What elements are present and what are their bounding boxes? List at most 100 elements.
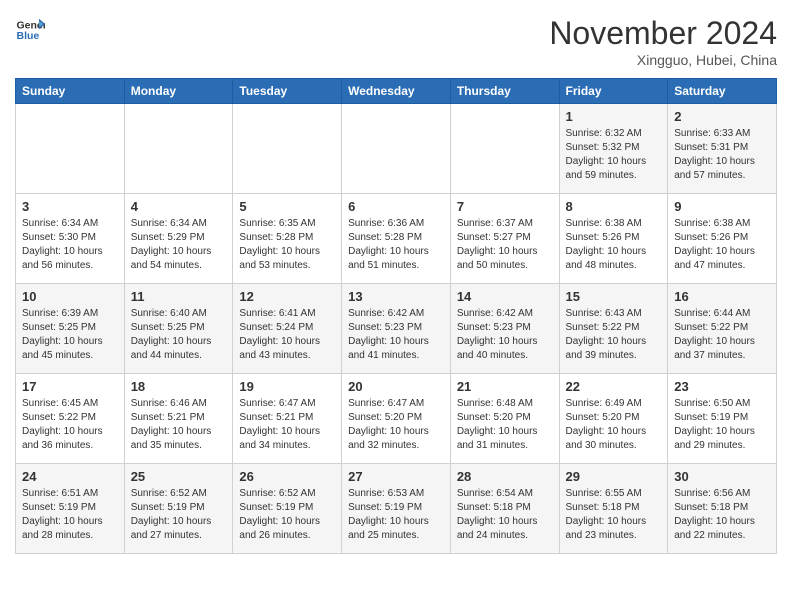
day-number: 9: [674, 199, 770, 214]
calendar-week-3: 10Sunrise: 6:39 AM Sunset: 5:25 PM Dayli…: [16, 284, 777, 374]
day-number: 18: [131, 379, 227, 394]
calendar-day: 19Sunrise: 6:47 AM Sunset: 5:21 PM Dayli…: [233, 374, 342, 464]
day-number: 7: [457, 199, 553, 214]
logo: General Blue: [15, 15, 45, 45]
calendar-week-1: 1Sunrise: 6:32 AM Sunset: 5:32 PM Daylig…: [16, 104, 777, 194]
day-number: 24: [22, 469, 118, 484]
day-info: Sunrise: 6:41 AM Sunset: 5:24 PM Dayligh…: [239, 307, 335, 363]
header-thursday: Thursday: [450, 79, 559, 104]
calendar-day: [233, 104, 342, 194]
calendar-day: 30Sunrise: 6:56 AM Sunset: 5:18 PM Dayli…: [668, 464, 777, 554]
day-info: Sunrise: 6:44 AM Sunset: 5:22 PM Dayligh…: [674, 307, 770, 363]
calendar-week-5: 24Sunrise: 6:51 AM Sunset: 5:19 PM Dayli…: [16, 464, 777, 554]
day-number: 26: [239, 469, 335, 484]
svg-text:Blue: Blue: [17, 30, 40, 42]
calendar-day: 15 Sunrise: 6:43 AM Sunset: 5:22 PM Dayli…: [559, 284, 668, 374]
calendar-day: 12 Sunrise: 6:41 AM Sunset: 5:24 PM Dayli…: [233, 284, 342, 374]
day-info: Sunrise: 6:37 AM Sunset: 5:27 PM Dayligh…: [457, 217, 553, 273]
calendar-week-4: 17 Sunrise: 6:45 AM Sunset: 5:22 PM Dayli…: [16, 374, 777, 464]
day-number: 20: [348, 379, 444, 394]
day-info: Sunrise: 6:35 AM Sunset: 5:28 PM Dayligh…: [239, 217, 335, 273]
calendar-day: 1Sunrise: 6:32 AM Sunset: 5:32 PM Daylig…: [559, 104, 668, 194]
day-number: 27: [348, 469, 444, 484]
day-info: Sunrise: 6:39 AM Sunset: 5:25 PM Dayligh…: [22, 307, 118, 363]
day-info: Sunrise: 6:32 AM Sunset: 5:32 PM Dayligh…: [566, 127, 662, 183]
calendar-day: [342, 104, 451, 194]
calendar-day: 10Sunrise: 6:39 AM Sunset: 5:25 PM Dayli…: [16, 284, 125, 374]
header-tuesday: Tuesday: [233, 79, 342, 104]
calendar-day: 21 Sunrise: 6:48 AM Sunset: 5:20 PM Dayli…: [450, 374, 559, 464]
day-info: Sunrise: 6:38 AM Sunset: 5:26 PM Dayligh…: [566, 217, 662, 273]
calendar-day: 22 Sunrise: 6:49 AM Sunset: 5:20 PM Dayli…: [559, 374, 668, 464]
day-number: 4: [131, 199, 227, 214]
day-info: Sunrise: 6:42 AM Sunset: 5:23 PM Dayligh…: [348, 307, 444, 363]
day-number: 5: [239, 199, 335, 214]
calendar-day: 7 Sunrise: 6:37 AM Sunset: 5:27 PM Daylig…: [450, 194, 559, 284]
calendar-header-row: SundayMondayTuesdayWednesdayThursdayFrid…: [16, 79, 777, 104]
calendar-day: 28 Sunrise: 6:54 AM Sunset: 5:18 PM Dayli…: [450, 464, 559, 554]
day-number: 3: [22, 199, 118, 214]
day-number: 25: [131, 469, 227, 484]
header-saturday: Saturday: [668, 79, 777, 104]
day-number: 19: [239, 379, 335, 394]
logo-icon: General Blue: [15, 15, 45, 45]
location: Xingguo, Hubei, China: [549, 52, 777, 68]
calendar-day: 2Sunrise: 6:33 AM Sunset: 5:31 PM Daylig…: [668, 104, 777, 194]
calendar-day: 6 Sunrise: 6:36 AM Sunset: 5:28 PM Daylig…: [342, 194, 451, 284]
day-info: Sunrise: 6:54 AM Sunset: 5:18 PM Dayligh…: [457, 487, 553, 543]
day-number: 16: [674, 289, 770, 304]
calendar-day: 13 Sunrise: 6:42 AM Sunset: 5:23 PM Dayli…: [342, 284, 451, 374]
month-title: November 2024: [549, 15, 777, 52]
calendar-day: 14 Sunrise: 6:42 AM Sunset: 5:23 PM Dayli…: [450, 284, 559, 374]
header-wednesday: Wednesday: [342, 79, 451, 104]
day-info: Sunrise: 6:48 AM Sunset: 5:20 PM Dayligh…: [457, 397, 553, 453]
day-number: 17: [22, 379, 118, 394]
day-number: 8: [566, 199, 662, 214]
calendar-day: 23 Sunrise: 6:50 AM Sunset: 5:19 PM Dayli…: [668, 374, 777, 464]
calendar-day: 11 Sunrise: 6:40 AM Sunset: 5:25 PM Dayli…: [124, 284, 233, 374]
day-info: Sunrise: 6:40 AM Sunset: 5:25 PM Dayligh…: [131, 307, 227, 363]
calendar-day: 29 Sunrise: 6:55 AM Sunset: 5:18 PM Dayli…: [559, 464, 668, 554]
calendar-day: [16, 104, 125, 194]
day-number: 13: [348, 289, 444, 304]
calendar-day: 16 Sunrise: 6:44 AM Sunset: 5:22 PM Dayli…: [668, 284, 777, 374]
day-info: Sunrise: 6:42 AM Sunset: 5:23 PM Dayligh…: [457, 307, 553, 363]
day-info: Sunrise: 6:34 AM Sunset: 5:30 PM Dayligh…: [22, 217, 118, 273]
day-info: Sunrise: 6:43 AM Sunset: 5:22 PM Dayligh…: [566, 307, 662, 363]
day-number: 12: [239, 289, 335, 304]
calendar-day: 3 Sunrise: 6:34 AM Sunset: 5:30 PM Daylig…: [16, 194, 125, 284]
calendar-day: 27Sunrise: 6:53 AM Sunset: 5:19 PM Dayli…: [342, 464, 451, 554]
day-number: 22: [566, 379, 662, 394]
day-info: Sunrise: 6:55 AM Sunset: 5:18 PM Dayligh…: [566, 487, 662, 543]
day-number: 21: [457, 379, 553, 394]
calendar-day: [450, 104, 559, 194]
day-info: Sunrise: 6:50 AM Sunset: 5:19 PM Dayligh…: [674, 397, 770, 453]
header-monday: Monday: [124, 79, 233, 104]
day-number: 29: [566, 469, 662, 484]
calendar-day: 25 Sunrise: 6:52 AM Sunset: 5:19 PM Dayli…: [124, 464, 233, 554]
calendar-day: 9Sunrise: 6:38 AM Sunset: 5:26 PM Daylig…: [668, 194, 777, 284]
day-info: Sunrise: 6:45 AM Sunset: 5:22 PM Dayligh…: [22, 397, 118, 453]
calendar-day: 8 Sunrise: 6:38 AM Sunset: 5:26 PM Daylig…: [559, 194, 668, 284]
title-block: November 2024 Xingguo, Hubei, China: [549, 15, 777, 68]
day-number: 15: [566, 289, 662, 304]
day-info: Sunrise: 6:52 AM Sunset: 5:19 PM Dayligh…: [131, 487, 227, 543]
day-number: 6: [348, 199, 444, 214]
calendar-day: 26Sunrise: 6:52 AM Sunset: 5:19 PM Dayli…: [233, 464, 342, 554]
calendar-day: 18Sunrise: 6:46 AM Sunset: 5:21 PM Dayli…: [124, 374, 233, 464]
calendar-day: 17 Sunrise: 6:45 AM Sunset: 5:22 PM Dayli…: [16, 374, 125, 464]
day-number: 28: [457, 469, 553, 484]
day-number: 11: [131, 289, 227, 304]
day-number: 14: [457, 289, 553, 304]
calendar-week-2: 3 Sunrise: 6:34 AM Sunset: 5:30 PM Daylig…: [16, 194, 777, 284]
calendar-day: [124, 104, 233, 194]
header-sunday: Sunday: [16, 79, 125, 104]
day-info: Sunrise: 6:33 AM Sunset: 5:31 PM Dayligh…: [674, 127, 770, 183]
day-info: Sunrise: 6:34 AM Sunset: 5:29 PM Dayligh…: [131, 217, 227, 273]
calendar-day: 20Sunrise: 6:47 AM Sunset: 5:20 PM Dayli…: [342, 374, 451, 464]
page-header: General Blue November 2024 Xingguo, Hube…: [15, 15, 777, 68]
day-info: Sunrise: 6:36 AM Sunset: 5:28 PM Dayligh…: [348, 217, 444, 273]
calendar-day: 5 Sunrise: 6:35 AM Sunset: 5:28 PM Daylig…: [233, 194, 342, 284]
day-info: Sunrise: 6:49 AM Sunset: 5:20 PM Dayligh…: [566, 397, 662, 453]
day-number: 23: [674, 379, 770, 394]
